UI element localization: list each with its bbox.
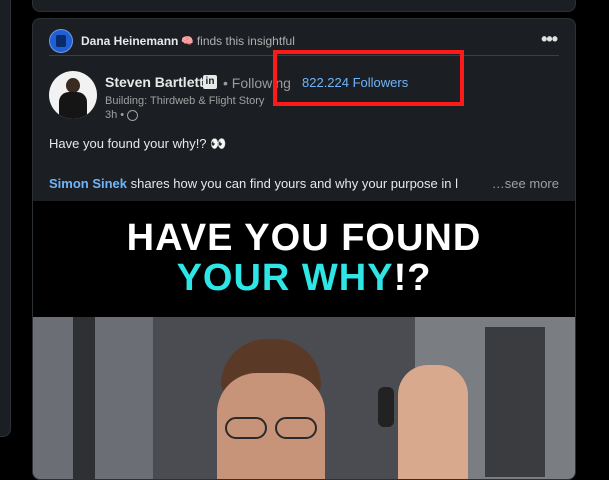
media-headline-2: YOUR WHY!?: [33, 257, 575, 300]
see-more-button[interactable]: …see more: [487, 176, 559, 191]
author-avatar[interactable]: [49, 71, 97, 119]
media-headline-1: HAVE YOU FOUND: [126, 217, 482, 259]
author-name[interactable]: Steven Bartlett: [105, 74, 204, 90]
social-avatar[interactable]: [49, 29, 73, 53]
previous-post-card: [32, 0, 576, 12]
post-text-body: shares how you can find yours and why yo…: [127, 176, 458, 191]
video-media[interactable]: HAVE YOU FOUND YOUR WHY!?: [33, 201, 575, 479]
globe-icon: [127, 109, 139, 121]
media-tail-text: !?: [393, 257, 432, 299]
author-row: Steven Bartlett in • Following 822.224 F…: [49, 71, 559, 127]
feed-post: Dana Heinemann 🧠 finds this insightful •…: [32, 18, 576, 480]
social-actor-name[interactable]: Dana Heinemann: [81, 34, 178, 48]
post-text-continued: Simon Sinek shares how you can find your…: [49, 176, 458, 191]
followers-count[interactable]: 822.224 Followers: [302, 75, 408, 90]
more-options-icon[interactable]: •••: [541, 29, 558, 49]
insightful-icon: 🧠: [181, 35, 194, 47]
author-headline: Building: Thirdweb & Flight Story: [105, 95, 265, 107]
social-action-text: finds this insightful: [196, 34, 295, 48]
media-accent-text: YOUR WHY: [176, 257, 394, 299]
post-timestamp: 3h •: [105, 109, 139, 121]
post-text: Have you found your why!? 👀: [49, 136, 227, 151]
post-time: 3h •: [105, 109, 125, 121]
left-card-edge: [0, 0, 11, 437]
social-action-row: Dana Heinemann 🧠 finds this insightful •…: [49, 27, 559, 56]
following-status: • Following: [223, 75, 291, 91]
linkedin-badge-icon: in: [203, 75, 217, 89]
video-frame[interactable]: [33, 317, 575, 479]
mention-link[interactable]: Simon Sinek: [49, 176, 127, 191]
